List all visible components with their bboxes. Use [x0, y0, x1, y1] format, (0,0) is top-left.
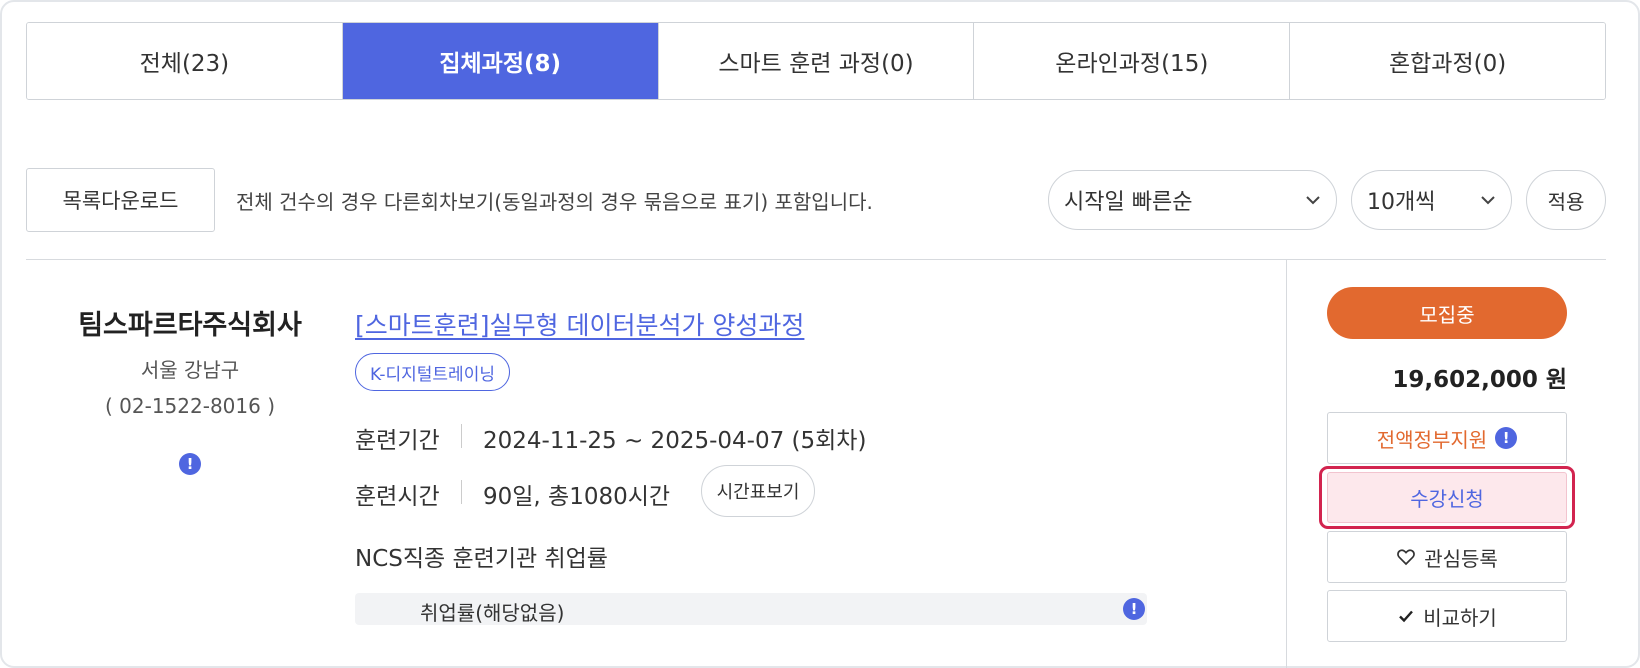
course-tag: K-디지털트레이닝 [355, 353, 510, 391]
government-support-button[interactable]: 전액정부지원 ! [1327, 412, 1567, 464]
count-notice: 전체 건수의 경우 다른회차보기(동일과정의 경우 묶음으로 표기) 포함입니다… [236, 190, 873, 214]
org-location: 서울 강남구 [140, 358, 240, 382]
ncs-employment-label: NCS직종 훈련기관 취업률 [355, 546, 608, 572]
favorite-label: 관심등록 [1424, 546, 1498, 571]
employment-rate-bar: 취업률(해당없음) [355, 593, 1147, 625]
favorite-button[interactable]: 관심등록 [1327, 531, 1567, 583]
compare-label: 비교하기 [1423, 605, 1497, 630]
timetable-button[interactable]: 시간표보기 [701, 465, 815, 517]
column-divider [1286, 260, 1287, 668]
employment-info-icon[interactable]: ! [1123, 598, 1145, 620]
tab-smart-training[interactable]: 스마트 훈련 과정(0) [658, 23, 975, 99]
enroll-button[interactable]: 수강신청 [1327, 472, 1567, 523]
divider [26, 259, 1606, 260]
period-label: 훈련기간 [355, 428, 440, 454]
tab-blended-course[interactable]: 혼합과정(0) [1290, 23, 1605, 99]
check-icon [1399, 610, 1414, 623]
support-info-icon: ! [1495, 427, 1518, 449]
chevron-down-icon [1306, 196, 1320, 205]
hours-label: 훈련시간 [355, 484, 440, 510]
apply-button[interactable]: 적용 [1526, 170, 1606, 230]
chevron-down-icon [1481, 196, 1495, 205]
hours-value: 90일, 총1080시간 [483, 484, 671, 510]
period-separator [461, 424, 462, 448]
status-badge: 모집중 [1327, 287, 1567, 339]
page-size-select[interactable]: 10개씩 [1351, 170, 1512, 230]
tab-online-course[interactable]: 온라인과정(15) [974, 23, 1291, 99]
course-price: 19,602,000 원 [1392, 367, 1567, 393]
course-title-link[interactable]: [스마트훈련]실무형 데이터분석가 양성과정 [355, 306, 804, 342]
hours-separator [461, 480, 462, 504]
org-info-icon[interactable]: ! [179, 453, 201, 475]
period-value: 2024-11-25 ~ 2025-04-07 (5회차) [483, 428, 867, 454]
tab-all[interactable]: 전체(23) [27, 23, 343, 99]
org-phone: ( 02-1522-8016 ) [105, 394, 275, 418]
list-download-button[interactable]: 목록다운로드 [26, 168, 215, 232]
government-support-label: 전액정부지원 [1376, 427, 1488, 452]
sort-select[interactable]: 시작일 빠른순 [1048, 170, 1337, 230]
sort-select-value: 시작일 빠른순 [1064, 190, 1193, 215]
employment-rate-text: 취업률(해당없음) [420, 601, 565, 625]
tab-group-course[interactable]: 집체과정(8) [342, 23, 659, 99]
course-type-tabs: 전체(23) 집체과정(8) 스마트 훈련 과정(0) 온라인과정(15) 혼합… [26, 22, 1606, 100]
page-size-select-value: 10개씩 [1367, 190, 1436, 215]
org-name: 팀스파르타주식회사 [78, 310, 302, 341]
compare-button[interactable]: 비교하기 [1327, 590, 1567, 642]
heart-icon [1397, 549, 1416, 566]
